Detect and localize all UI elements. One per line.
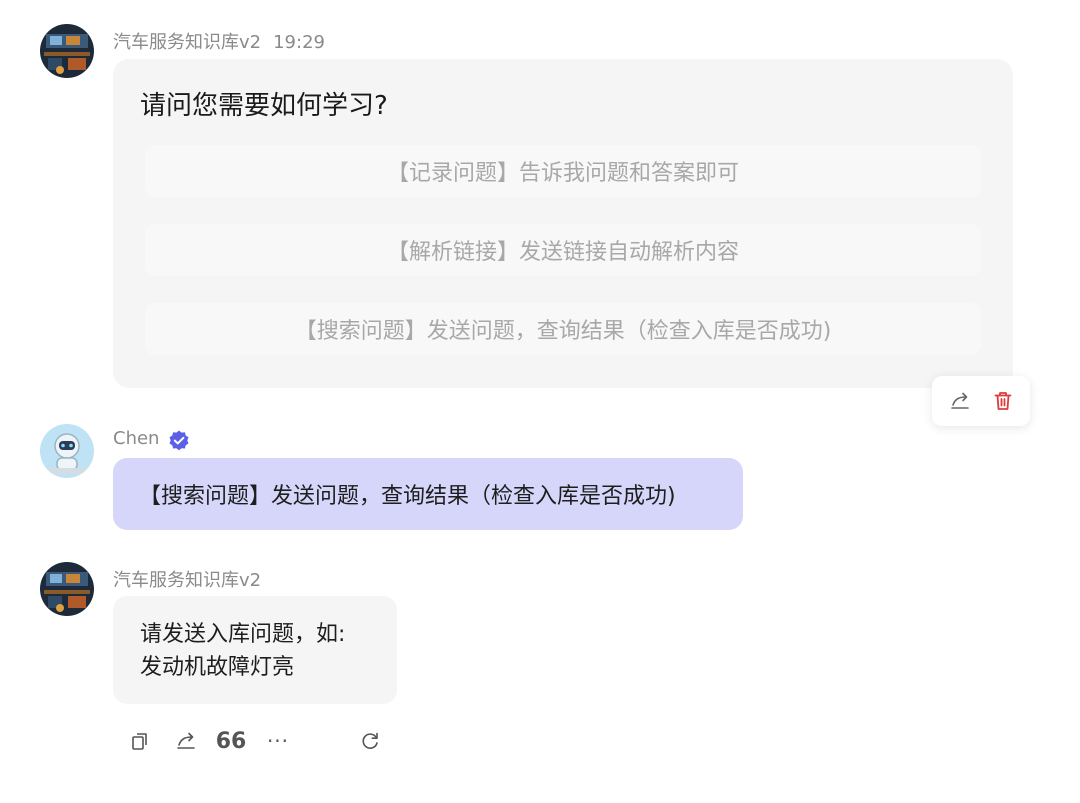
refresh-icon[interactable] (356, 726, 384, 756)
option-parse-link[interactable]: 【解析链接】发送链接自动解析内容 (145, 224, 981, 276)
copy-icon[interactable] (126, 726, 154, 756)
message-actions-popover (932, 376, 1030, 426)
share-icon[interactable] (172, 726, 200, 756)
bot-reply-bubble: 请发送入库问题，如: 发动机故障灯亮 (113, 596, 397, 704)
message-meta: Chen (113, 428, 159, 449)
option-record-question[interactable]: 【记录问题】告诉我问题和答案即可 (145, 145, 981, 197)
trash-icon[interactable] (988, 386, 1018, 416)
user-message-text: 【搜索问题】发送问题，查询结果（检查入库是否成功) (139, 484, 676, 509)
quote-glyph: 66 (215, 728, 247, 754)
quote-icon[interactable]: 66 (215, 726, 247, 756)
reply-line: 请发送入库问题，如: (140, 622, 346, 647)
bot-avatar (40, 24, 94, 78)
reply-line: 发动机故障灯亮 (140, 655, 295, 680)
message-meta: 汽车服务知识库v2 (113, 566, 261, 592)
message-time: 19:29 (273, 32, 325, 53)
sender-name: Chen (113, 428, 160, 449)
share-icon[interactable] (945, 386, 975, 416)
bot-avatar (40, 562, 94, 616)
more-icon[interactable]: ··· (262, 726, 294, 756)
more-glyph: ··· (266, 729, 290, 753)
verified-badge-icon (167, 429, 191, 453)
sender-name: 汽车服务知识库v2 (113, 32, 262, 53)
message-question: 请问您需要如何学习? (140, 91, 388, 121)
sender-name: 汽车服务知识库v2 (113, 570, 262, 591)
message-meta: 汽车服务知识库v2 19:29 (113, 28, 325, 54)
bot-message-bubble: 请问您需要如何学习? 【记录问题】告诉我问题和答案即可 【解析链接】发送链接自动… (113, 59, 1013, 388)
user-message-bubble: 【搜索问题】发送问题，查询结果（检查入库是否成功) (113, 458, 743, 530)
user-avatar (40, 424, 94, 478)
option-search-question[interactable]: 【搜索问题】发送问题，查询结果（检查入库是否成功) (145, 303, 981, 355)
